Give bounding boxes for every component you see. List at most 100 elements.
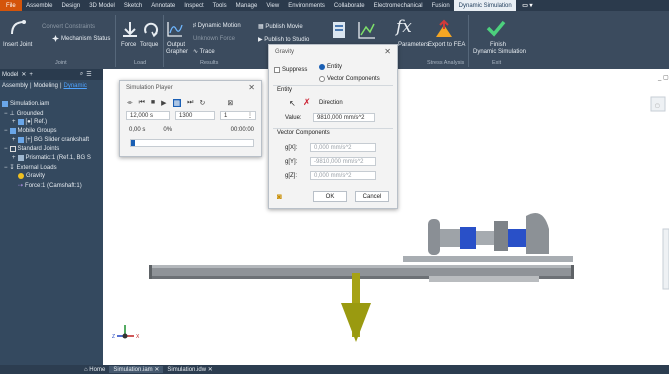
tree-item-external-loads[interactable]: − ↧ External Loads: [4, 164, 57, 172]
run-icon[interactable]: ▦: [172, 99, 182, 107]
radio-empty-icon[interactable]: [319, 76, 325, 82]
menu-assemble[interactable]: Assemble: [22, 3, 57, 9]
close-icon[interactable]: ✕: [248, 83, 255, 92]
tree-item-mobile-groups[interactable]: − Mobile Groups: [4, 128, 57, 134]
parameters-icon[interactable]: fx: [396, 17, 412, 37]
help-icon[interactable]: ◙: [277, 192, 282, 201]
close-icon[interactable]: ✕: [384, 47, 391, 56]
tree-item-simulation[interactable]: Simulation.iam: [2, 101, 49, 107]
menu-collaborate[interactable]: Collaborate: [329, 3, 369, 9]
tab-simulation-iam[interactable]: Simulation.iam ✕: [109, 366, 164, 373]
export-fea-icon[interactable]: [434, 19, 454, 39]
ok-button[interactable]: OK: [313, 191, 347, 202]
convert-constraints-button[interactable]: Convert Constraints: [42, 24, 95, 30]
force-button[interactable]: Force: [121, 42, 136, 48]
tree-item-prismatic[interactable]: + Prismatic:1 (Ref.1, BG S: [12, 155, 91, 161]
output-button[interactable]: Output: [167, 42, 185, 48]
force-icon[interactable]: [121, 21, 139, 39]
expand-icon[interactable]: +: [12, 137, 16, 143]
ribbon-extra-toggle[interactable]: ▭ ▾: [522, 2, 532, 9]
menu-electromechanical[interactable]: Electromechanical: [369, 3, 427, 9]
simulation-settings-icon[interactable]: [332, 21, 346, 39]
tree-item-grounded[interactable]: − ⊥ Grounded: [4, 110, 43, 118]
unknown-force-button[interactable]: Unknown Force: [193, 36, 235, 42]
finish-button[interactable]: Finish: [490, 42, 506, 48]
checkbox-box[interactable]: [274, 67, 280, 73]
collapse-icon[interactable]: −: [4, 111, 8, 117]
tree-item-gravity[interactable]: Gravity: [18, 173, 45, 179]
expand-icon[interactable]: +: [12, 155, 16, 161]
run-simulation-icon[interactable]: [358, 21, 376, 39]
gx-field[interactable]: 0,000 mm/s^2: [310, 143, 376, 152]
collapse-icon[interactable]: −: [4, 128, 8, 134]
cancel-button[interactable]: Cancel: [355, 191, 389, 202]
menu-dynamic-simulation[interactable]: Dynamic Simulation: [454, 0, 517, 11]
loop-icon[interactable]: ↻: [199, 99, 205, 107]
progress-thumb[interactable]: [131, 140, 135, 146]
select-arrow-icon[interactable]: ↖: [289, 99, 296, 108]
menu-design[interactable]: Design: [57, 3, 85, 9]
close-icon[interactable]: ✕: [153, 367, 159, 373]
dynamic-motion-button[interactable]: ♯ Dynamic Motion: [193, 23, 241, 29]
expand-icon[interactable]: +: [12, 119, 16, 125]
mechanism-status-button[interactable]: Mechanism Status: [61, 36, 110, 42]
end-time-field[interactable]: 12,000 s: [126, 111, 170, 120]
viewport-minimize-icon[interactable]: _ ▢: [657, 75, 669, 81]
export-fea-button[interactable]: Export to FEA: [428, 42, 465, 48]
progress-track[interactable]: [130, 139, 254, 147]
trace-button[interactable]: ∿ Trace: [193, 48, 215, 55]
stop-icon[interactable]: ■: [151, 99, 155, 107]
collapse-icon[interactable]: −: [4, 146, 8, 152]
tab-simulation-idw[interactable]: Simulation.idw ✕: [163, 366, 216, 373]
collapse-icon[interactable]: −: [4, 165, 8, 171]
crankshaft-assembly[interactable]: [428, 212, 549, 255]
insert-joint-icon[interactable]: [9, 19, 27, 37]
screen-refresh-icon[interactable]: ⊠: [227, 99, 233, 107]
spinner-icon[interactable]: ⋮: [247, 112, 255, 119]
tree-item-ground-ref[interactable]: + [●] Ref.): [12, 119, 47, 125]
tab-assembly[interactable]: Assembly: [2, 83, 28, 89]
end-icon[interactable]: ⏭: [187, 99, 193, 107]
construction-mode-icon[interactable]: ⌯: [127, 99, 133, 107]
gy-field[interactable]: -9810,000 mm/s^2: [310, 157, 376, 166]
gz-field[interactable]: 0,000 mm/s^2: [310, 171, 376, 180]
radio-selected-icon[interactable]: [319, 64, 325, 70]
insert-joint-button[interactable]: Insert Joint: [3, 42, 32, 48]
menu-annotate[interactable]: Annotate: [147, 3, 180, 9]
view-cube[interactable]: ▢: [650, 96, 666, 112]
torque-button[interactable]: Torque: [140, 42, 158, 48]
menu-manage[interactable]: Manage: [231, 3, 262, 9]
menu-view[interactable]: View: [262, 3, 284, 9]
menu-sketch[interactable]: Sketch: [119, 3, 146, 9]
publish-movie-button[interactable]: ▦ Publish Movie: [258, 23, 303, 30]
navigation-bar[interactable]: [662, 228, 669, 290]
grapher-label[interactable]: Grapher: [166, 49, 188, 55]
file-menu[interactable]: File: [0, 0, 22, 11]
tree-item-force[interactable]: ⇢ Force:1 (Camshaft:1): [18, 182, 82, 190]
images-field[interactable]: 1300: [175, 111, 215, 120]
entity-radio[interactable]: Entity: [319, 64, 342, 70]
tab-dynamic[interactable]: Dynamic: [64, 83, 87, 89]
gravity-value-field[interactable]: 9810,000 mm/s^2: [313, 113, 375, 122]
suppress-checkbox[interactable]: Suppress: [274, 67, 307, 73]
publish-studio-button[interactable]: ▶ Publish to Studio: [258, 36, 309, 43]
tab-modeling[interactable]: Modeling: [34, 83, 58, 89]
tree-item-slider-crankshaft[interactable]: + [+] BG Slider crankshaft: [12, 137, 89, 143]
flip-direction-icon[interactable]: ✗: [303, 97, 311, 108]
output-grapher-icon[interactable]: [167, 21, 183, 37]
tab-home[interactable]: ⌂ Home: [80, 367, 109, 373]
search-icon[interactable]: ⌕: [80, 71, 83, 78]
menu-fusion[interactable]: Fusion: [427, 3, 454, 9]
filter-field[interactable]: 1 ⋮: [220, 111, 256, 120]
vector-components-radio[interactable]: Vector Components: [319, 76, 380, 82]
close-icon[interactable]: ✕: [206, 367, 213, 373]
menu-icon[interactable]: ☰: [86, 71, 91, 78]
play-icon[interactable]: ▶: [161, 99, 166, 107]
close-icon[interactable]: ✕: [21, 71, 26, 78]
slider-plate[interactable]: [403, 256, 573, 262]
base-frame[interactable]: [149, 265, 574, 282]
menu-inspect[interactable]: Inspect: [180, 3, 208, 9]
add-icon[interactable]: +: [29, 72, 33, 78]
finish-checkmark-icon[interactable]: [486, 19, 506, 37]
torque-icon[interactable]: [142, 21, 160, 39]
